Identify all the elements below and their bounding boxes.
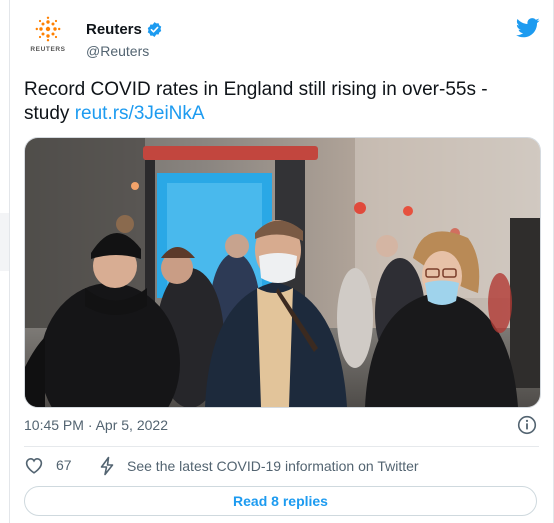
read-replies-button[interactable]: Read 8 replies (24, 486, 537, 516)
tweet-timestamp[interactable]: 10:45 PM · Apr 5, 2022 (24, 417, 168, 433)
tweet-actions: 67 See the latest COVID-19 information o… (24, 456, 539, 478)
tweet-text: Record COVID rates in England still risi… (24, 78, 534, 126)
reuters-logo-icon (35, 16, 61, 42)
info-icon[interactable] (517, 415, 537, 435)
tweet-link[interactable]: reut.rs/3JeiNkA (75, 103, 205, 124)
author-names[interactable]: Reuters @Reuters (86, 21, 163, 59)
tweet-photo[interactable] (24, 137, 541, 408)
avatar[interactable]: REUTERS (24, 16, 72, 64)
embedded-tweet-card[interactable]: REUTERS Reuters @Reuters Record COVID ra… (9, 0, 554, 523)
lightning-icon (100, 456, 114, 476)
verified-badge-icon (147, 22, 162, 37)
tweet-header: REUTERS Reuters @Reuters (24, 14, 544, 64)
divider (24, 446, 539, 447)
like-count: 67 (56, 457, 72, 473)
like-button[interactable]: 67 (24, 456, 72, 474)
heart-icon (25, 458, 43, 474)
twitter-bird-icon[interactable] (516, 18, 540, 38)
display-name-text: Reuters (86, 21, 142, 38)
avatar-wordmark: REUTERS (30, 46, 66, 53)
author-display-name[interactable]: Reuters (86, 21, 163, 38)
author-handle[interactable]: @Reuters (86, 43, 163, 59)
covid-info-link[interactable]: See the latest COVID-19 information on T… (99, 456, 419, 476)
street-photo-image (25, 138, 540, 407)
covid-info-text: See the latest COVID-19 information on T… (127, 458, 419, 474)
